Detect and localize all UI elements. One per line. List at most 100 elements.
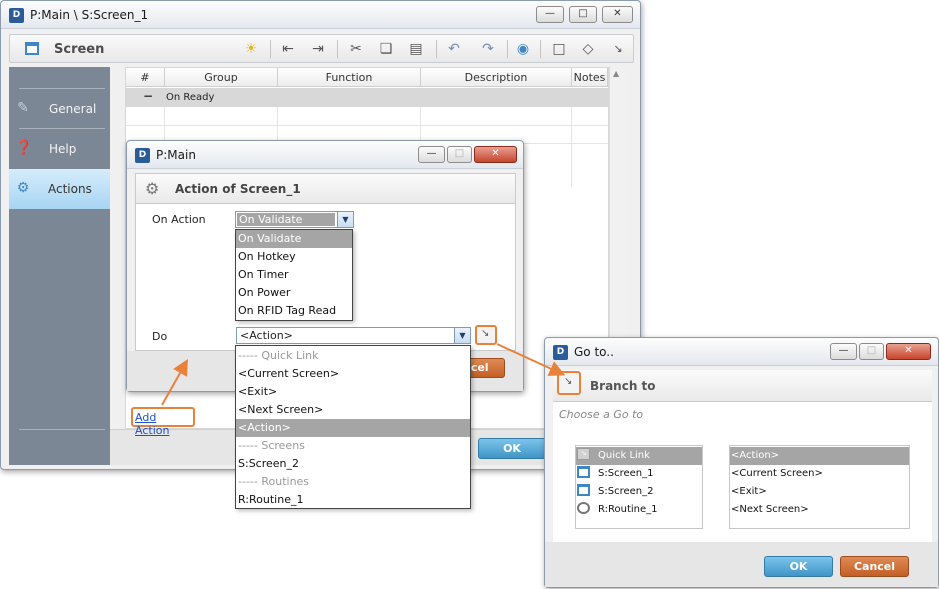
target-next-screen[interactable]: <Next Screen> [730, 501, 909, 519]
indent-right-icon[interactable]: ⇥ [308, 39, 328, 59]
goto-dialog: D Go to.. — □ ✕ Branch to Choose a Go to… [544, 337, 939, 588]
action-dialog-titlebar[interactable]: D P:Main — □ ✕ [127, 141, 523, 169]
sidebar-item-actions[interactable]: ⚙ Actions [9, 169, 110, 209]
column-header-number[interactable]: # [126, 68, 165, 87]
on-action-dropdown: On Validate On Hotkey On Timer On Power … [235, 229, 353, 321]
goto-icon: ↘ [481, 328, 490, 339]
list-item-label: R:Routine_1 [598, 504, 658, 515]
goto-dialog-title: Go to.. [574, 345, 614, 359]
on-action-select[interactable]: On Validate ▼ [235, 211, 354, 228]
goto-ok-button[interactable]: OK [764, 556, 833, 577]
option-action[interactable]: <Action> [236, 419, 470, 437]
general-icon: ✎ [17, 100, 29, 116]
list-item-screen-1[interactable]: S:Screen_1 [576, 465, 702, 483]
column-header-function[interactable]: Function [278, 68, 421, 87]
minimize-button[interactable]: — [536, 6, 564, 23]
chevron-down-icon[interactable]: ▼ [337, 212, 353, 227]
target-current-screen[interactable]: <Current Screen> [730, 465, 909, 483]
lightbulb-icon[interactable]: ☀ [241, 39, 261, 59]
main-titlebar[interactable]: D P:Main \ S:Screen_1 — □ ✕ [1, 1, 640, 29]
app-logo-icon: D [135, 148, 150, 163]
toolbar-screen-label: Screen [54, 42, 105, 57]
dialog-minimize-button[interactable]: — [418, 146, 445, 163]
goto-dialog-heading: Branch to [590, 379, 656, 393]
option-on-timer[interactable]: On Timer [236, 266, 352, 284]
separator-routines: ----- Routines [238, 475, 310, 488]
dialog-maximize-button: □ [447, 146, 472, 163]
sidebar-item-label: General [49, 102, 97, 116]
toolbar: Screen ☀ ⇤ ⇥ ✂ ❏ ▤ ↶ ↷ ◉ □ ◇ ↘ [9, 34, 634, 63]
add-action-link[interactable]: Add Action [131, 407, 195, 437]
add-action-label[interactable]: Add Action [135, 411, 193, 437]
option-on-power[interactable]: On Power [236, 284, 352, 302]
on-action-label: On Action [152, 213, 206, 226]
redo-icon[interactable]: ↷ [478, 39, 498, 59]
do-dropdown: ----- Quick Link <Current Screen> <Exit>… [235, 345, 471, 509]
action-dialog-header: ⚙ Action of Screen_1 [135, 173, 516, 204]
app-logo-icon: D [9, 8, 24, 23]
chevron-down-icon[interactable]: ▼ [454, 328, 470, 343]
sidebar-item-label: Actions [48, 182, 92, 196]
option-on-rfid-tag-read[interactable]: On RFID Tag Read [236, 302, 352, 320]
target-exit[interactable]: <Exit> [730, 483, 909, 501]
column-header-group[interactable]: Group [165, 68, 278, 87]
do-label: Do [152, 330, 168, 343]
scroll-up-icon[interactable]: ▲ [613, 69, 619, 78]
sidebar-item-general[interactable]: ✎ General [9, 89, 110, 129]
goto-close-button[interactable]: ✕ [886, 343, 931, 360]
goto-cancel-button[interactable]: Cancel [840, 556, 909, 577]
sidebar-item-help[interactable]: ❓ Help [9, 129, 110, 169]
target-action[interactable]: <Action> [730, 447, 909, 465]
close-button[interactable]: ✕ [602, 6, 633, 23]
option-screen-2[interactable]: S:Screen_2 [236, 455, 470, 473]
screen-icon [577, 484, 590, 496]
goto-dialog-footer: OK Cancel [545, 542, 938, 587]
goto-minimize-button[interactable]: — [830, 343, 857, 360]
goto-icon: ↘ [564, 376, 573, 387]
help-icon: ❓ [15, 140, 33, 156]
list-item-routine-1[interactable]: R:Routine_1 [576, 501, 702, 519]
paste-icon[interactable]: ▤ [406, 39, 426, 59]
goto-maximize-button: □ [859, 343, 884, 360]
action-dialog-title: P:Main [156, 148, 196, 162]
column-header-notes[interactable]: Notes [572, 68, 608, 87]
column-header-description[interactable]: Description [421, 68, 572, 87]
cut-icon[interactable]: ✂ [346, 39, 366, 59]
do-select[interactable]: <Action> ▼ [236, 327, 471, 344]
goto-target-list: <Action> <Current Screen> <Exit> <Next S… [729, 445, 910, 529]
option-routine-1[interactable]: R:Routine_1 [236, 491, 470, 509]
option-current-screen[interactable]: <Current Screen> [236, 365, 470, 383]
copy-icon[interactable]: ❏ [376, 39, 396, 59]
on-action-value: On Validate [237, 213, 335, 226]
main-window-title: P:Main \ S:Screen_1 [30, 8, 149, 22]
option-on-validate[interactable]: On Validate [236, 230, 352, 248]
list-item-quick-link[interactable]: ↘ Quick Link [576, 447, 702, 465]
option-on-hotkey[interactable]: On Hotkey [236, 248, 352, 266]
group-row-on-ready[interactable]: − On Ready [126, 88, 608, 107]
routine-gear-icon [577, 502, 590, 514]
tag-icon[interactable]: ◇ [578, 39, 598, 59]
option-next-screen[interactable]: <Next Screen> [236, 401, 470, 419]
list-item-label: S:Screen_2 [598, 486, 654, 497]
maximize-button[interactable]: □ [569, 6, 597, 23]
do-value: <Action> [240, 329, 293, 342]
list-item-label: S:Screen_1 [598, 468, 654, 479]
ok-button[interactable]: OK [478, 438, 546, 459]
goto-browse-button[interactable]: ↘ [475, 325, 497, 345]
separator-quick-link: ----- Quick Link [238, 349, 319, 362]
goto-icon[interactable]: ↘ [608, 39, 628, 59]
list-item-label: Quick Link [598, 450, 650, 461]
undo-icon[interactable]: ↶ [444, 39, 464, 59]
goto-subtitle: Choose a Go to [559, 408, 644, 421]
dialog-close-button[interactable]: ✕ [474, 146, 517, 163]
collapse-toggle[interactable]: − [143, 89, 153, 103]
indent-left-icon[interactable]: ⇤ [278, 39, 298, 59]
comment-icon[interactable]: □ [549, 39, 569, 59]
sidebar: ✎ General ❓ Help ⚙ Actions [9, 67, 110, 465]
goto-dialog-titlebar[interactable]: D Go to.. — □ ✕ [545, 338, 938, 366]
info-icon[interactable]: ◉ [513, 39, 533, 59]
option-exit[interactable]: <Exit> [236, 383, 470, 401]
app-logo-icon: D [553, 345, 568, 360]
gear-icon: ⚙ [145, 179, 160, 198]
list-item-screen-2[interactable]: S:Screen_2 [576, 483, 702, 501]
